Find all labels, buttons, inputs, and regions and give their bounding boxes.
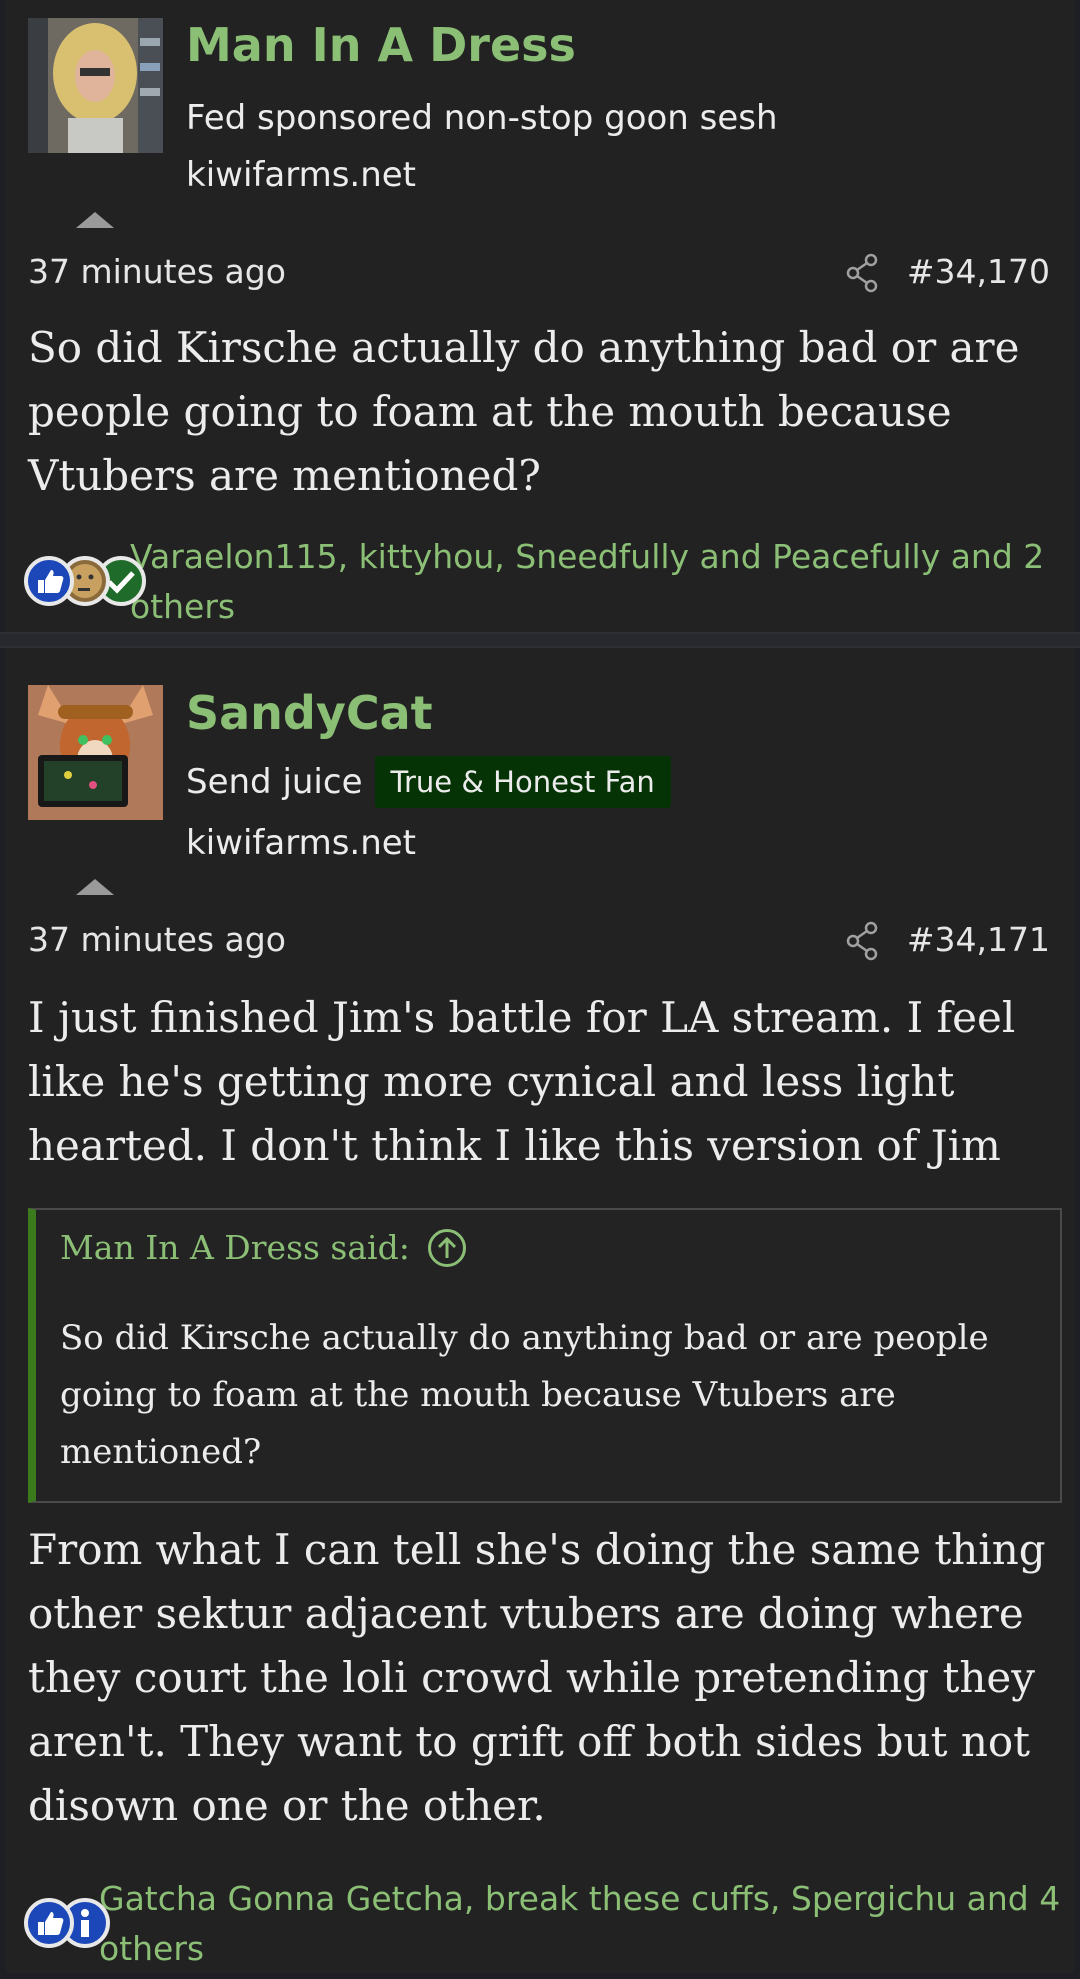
- caret-up-icon: [76, 212, 114, 228]
- like-icon: [24, 1898, 74, 1948]
- user-title: Fed sponsored non-stop goon sesh: [186, 98, 778, 138]
- arrow-up-circle-icon[interactable]: [427, 1228, 466, 1267]
- quote-author-text[interactable]: Man In A Dress said:: [60, 1228, 410, 1267]
- post-number[interactable]: #34,171: [907, 920, 1050, 959]
- quote-text: So did Kirsche actually do anything bad …: [60, 1318, 989, 1472]
- username[interactable]: SandyCat: [186, 686, 433, 740]
- site-label: kiwifarms.net: [186, 823, 417, 863]
- post-timestamp[interactable]: 37 minutes ago: [28, 252, 286, 291]
- user-title-text: Send juice: [186, 762, 363, 802]
- reaction-icons[interactable]: [24, 1898, 110, 1948]
- reaction-users[interactable]: Varaelon115, kittyhou, Sneedfully and Pe…: [130, 532, 1070, 632]
- post-separator: [0, 632, 1080, 648]
- share-icon[interactable]: [844, 253, 880, 293]
- share-icon[interactable]: [844, 921, 880, 961]
- post-34171: SandyCat Send juice True & Honest Fan ki…: [6, 648, 1074, 1973]
- post-body: So did Kirsche actually do anything bad …: [28, 323, 1020, 500]
- post-number[interactable]: #34,170: [907, 252, 1050, 291]
- user-title-text: Fed sponsored non-stop goon sesh: [186, 98, 778, 138]
- reaction-icons[interactable]: [24, 556, 146, 606]
- post-body: I just finished Jim's battle for LA stre…: [28, 993, 1016, 1170]
- quote-author[interactable]: Man In A Dress said:: [60, 1228, 466, 1267]
- post-timestamp[interactable]: 37 minutes ago: [28, 920, 286, 959]
- site-label: kiwifarms.net: [186, 155, 417, 195]
- quote-block: Man In A Dress said: So did Kirsche actu…: [28, 1208, 1062, 1503]
- post-body-reply: From what I can tell she's doing the sam…: [28, 1525, 1046, 1830]
- like-icon: [24, 556, 74, 606]
- username[interactable]: Man In A Dress: [186, 18, 576, 72]
- user-banner: True & Honest Fan: [374, 756, 671, 808]
- reaction-users[interactable]: Gatcha Gonna Getcha, break these cuffs, …: [99, 1874, 1071, 1974]
- avatar[interactable]: [28, 685, 163, 820]
- post-34170: Man In A Dress Fed sponsored non-stop go…: [6, 0, 1074, 632]
- user-title: Send juice True & Honest Fan: [186, 756, 671, 808]
- caret-up-icon: [76, 879, 114, 895]
- avatar[interactable]: [28, 18, 163, 153]
